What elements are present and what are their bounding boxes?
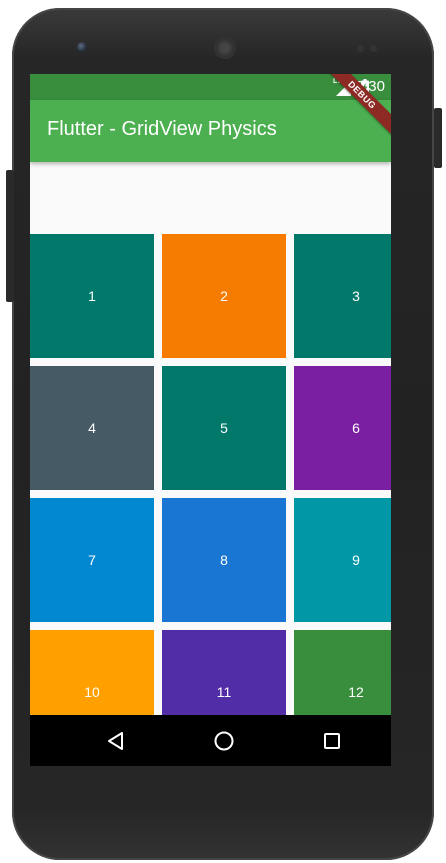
grid-view[interactable]: 1 2 3 4 5 6 7 8 9 10 11 12 bbox=[30, 234, 391, 715]
grid-tile-7[interactable]: 7 bbox=[30, 498, 154, 622]
home-button[interactable] bbox=[212, 729, 236, 753]
grid-tile-8[interactable]: 8 bbox=[162, 498, 286, 622]
recents-icon bbox=[324, 733, 340, 749]
grid-tile-label: 10 bbox=[84, 684, 100, 700]
grid-tile-label: 4 bbox=[88, 420, 96, 436]
grid-tile-4[interactable]: 4 bbox=[30, 366, 154, 490]
grid-tile-label: 3 bbox=[352, 288, 360, 304]
back-icon bbox=[108, 732, 123, 750]
grid-tile-label: 12 bbox=[348, 684, 364, 700]
volume-button bbox=[6, 170, 14, 302]
grid-tile-2[interactable]: 2 bbox=[162, 234, 286, 358]
grid-tile-label: 7 bbox=[88, 552, 96, 568]
back-button[interactable] bbox=[104, 729, 128, 753]
status-bar: LTE 7:30 bbox=[30, 74, 391, 100]
proximity-sensor bbox=[357, 45, 364, 52]
power-button bbox=[434, 108, 442, 168]
grid-tile-label: 1 bbox=[88, 288, 96, 304]
lte-signal-icon bbox=[336, 81, 351, 96]
status-time: 7:30 bbox=[355, 78, 385, 95]
app-title: Flutter - GridView Physics bbox=[47, 118, 277, 140]
grid-tile-1[interactable]: 1 bbox=[30, 234, 154, 358]
app-bar: Flutter - GridView Physics bbox=[30, 100, 391, 162]
grid-tile-9[interactable]: 9 bbox=[294, 498, 391, 622]
grid-tile-10[interactable]: 10 bbox=[30, 630, 154, 715]
grid-tile-label: 11 bbox=[216, 684, 232, 700]
light-sensor bbox=[370, 45, 377, 52]
grid-tile-label: 9 bbox=[352, 552, 360, 568]
grid-tile-6[interactable]: 6 bbox=[294, 366, 391, 490]
grid-tile-12[interactable]: 12 bbox=[294, 630, 391, 715]
recents-button[interactable] bbox=[320, 729, 344, 753]
front-camera bbox=[77, 42, 87, 52]
navigation-bar bbox=[30, 715, 391, 766]
grid-tile-11[interactable]: 11 bbox=[162, 630, 286, 715]
screen: LTE 7:30 Flutter - GridView Physics DEBU… bbox=[30, 74, 391, 766]
grid-tile-5[interactable]: 5 bbox=[162, 366, 286, 490]
grid-tile-3[interactable]: 3 bbox=[294, 234, 391, 358]
earpiece-speaker bbox=[214, 37, 236, 59]
grid-tile-label: 8 bbox=[220, 552, 228, 568]
grid-tile-label: 2 bbox=[220, 288, 228, 304]
grid-tile-label: 6 bbox=[352, 420, 360, 436]
home-icon bbox=[214, 731, 234, 751]
grid-tile-label: 5 bbox=[220, 420, 228, 436]
